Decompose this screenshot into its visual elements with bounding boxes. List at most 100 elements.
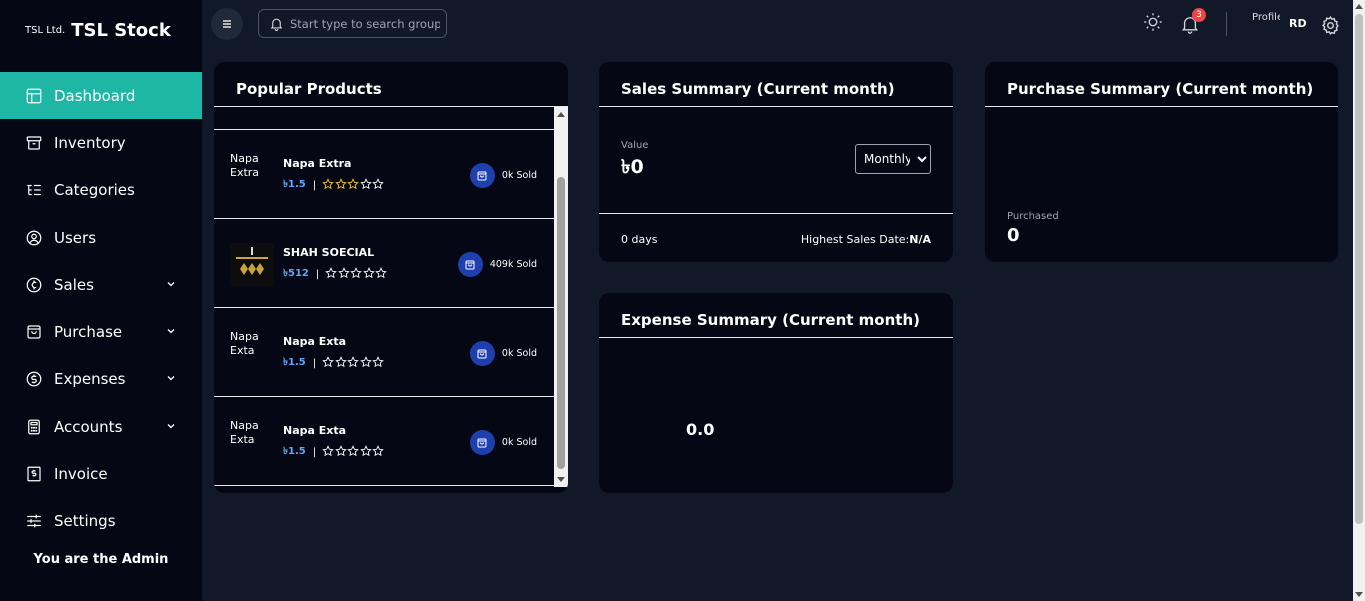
star-icon <box>325 267 338 279</box>
archive-icon <box>25 134 43 152</box>
sidebar-item-invoice[interactable]: Invoice <box>0 450 202 497</box>
sold-badge: 0k Sold <box>469 430 537 455</box>
product-image: Napa Exta <box>230 330 259 357</box>
scrollbar-thumb[interactable] <box>557 177 565 469</box>
sidebar-item-label: Users <box>54 228 97 247</box>
scroll-up-arrow[interactable] <box>1355 4 1363 9</box>
sold-badge: 409k Sold <box>457 252 537 277</box>
sidebar-item-label: Settings <box>54 512 116 531</box>
card-title: Popular Products <box>236 80 382 98</box>
card-title: Purchase Summary (Current month) <box>1007 80 1314 98</box>
sold-badge: 0k Sold <box>469 163 537 188</box>
sidebar-item-sales[interactable]: Sales <box>0 261 202 308</box>
star-icon <box>372 178 384 190</box>
dollar-circle-icon <box>25 370 43 388</box>
sidebar: TSL Ltd. TSL Stock Dashboard Inventory C… <box>0 0 202 601</box>
topbar-divider <box>1226 12 1227 36</box>
sold-count: 0k Sold <box>501 348 537 359</box>
sales-value: ৳0 <box>621 156 644 178</box>
divider <box>985 106 1338 107</box>
search-input[interactable] <box>290 16 440 31</box>
product-price: ৳1.5 <box>283 446 306 457</box>
list-item[interactable]: Napa Exta Napa Exta ৳1.5 | 0k Sold <box>214 397 554 486</box>
purchase-summary-card: Purchase Summary (Current month) Purchas… <box>985 62 1338 262</box>
menu-toggle-button[interactable] <box>211 8 243 40</box>
sold-count: 409k Sold <box>489 259 537 270</box>
highest-sales-value: N/A <box>909 233 931 246</box>
highest-sales-date: Highest Sales Date:N/A <box>801 233 931 246</box>
sidebar-item-purchase[interactable]: Purchase <box>0 308 202 355</box>
search-box[interactable] <box>258 9 447 38</box>
list-scrollbar[interactable] <box>554 107 568 487</box>
divider <box>599 213 953 214</box>
meta-separator: | <box>312 358 317 369</box>
star-icon <box>359 445 372 457</box>
brand[interactable]: TSL Ltd. TSL Stock <box>25 20 171 41</box>
user-initials[interactable]: RD <box>1289 17 1307 30</box>
invoice-icon <box>25 465 43 483</box>
sidebar-item-expenses[interactable]: Expenses <box>0 356 202 403</box>
chevron-down-icon[interactable] <box>166 326 176 336</box>
sidebar-item-categories[interactable]: Categories <box>0 167 202 214</box>
notification-badge: 3 <box>1192 8 1206 22</box>
star-icon <box>350 267 363 279</box>
brand-name: TSL Stock <box>71 20 171 41</box>
sidebar-item-accounts[interactable]: Accounts <box>0 403 202 450</box>
purchased-value: 0 <box>1007 225 1020 246</box>
scroll-up-arrow[interactable] <box>557 112 565 117</box>
value-label: Value <box>621 140 649 151</box>
sidebar-item-dashboard[interactable]: Dashboard <box>0 72 202 120</box>
dashboard-icon <box>25 87 43 105</box>
list-item[interactable]: SHAH SOECIAL ৳512 | 409k Sold <box>214 219 554 308</box>
sidebar-nav: Dashboard Inventory Categories Users Sal… <box>0 72 202 545</box>
product-price: ৳1.5 <box>283 357 306 368</box>
product-meta: ৳512 | <box>283 266 388 283</box>
highest-sales-label: Highest Sales Date: <box>800 233 910 246</box>
meta-separator: | <box>312 447 317 458</box>
scroll-down-arrow[interactable] <box>1355 592 1363 597</box>
chevron-down-icon[interactable] <box>166 373 176 383</box>
sidebar-item-label: Invoice <box>54 465 108 484</box>
sidebar-item-inventory[interactable]: Inventory <box>0 119 202 166</box>
shopping-bag-icon <box>469 341 495 366</box>
page-scrollbar[interactable] <box>1353 0 1365 601</box>
admin-label: You are the Admin <box>33 552 169 567</box>
chevron-down-icon[interactable] <box>166 279 176 289</box>
star-icon <box>322 178 334 190</box>
meta-separator: | <box>312 180 317 191</box>
rating-stars <box>322 356 385 371</box>
star-icon <box>322 356 334 368</box>
product-list[interactable]: Napa Extra Napa Extra ৳1.5 | 0k Sold SHA… <box>214 107 554 487</box>
star-icon <box>334 356 347 368</box>
brand-company: TSL Ltd. <box>25 25 66 36</box>
product-price: ৳512 <box>283 268 309 279</box>
gear-icon[interactable] <box>1320 15 1341 36</box>
sales-summary-card: Sales Summary (Current month) Value ৳0 M… <box>599 62 953 262</box>
product-name: SHAH SOECIAL <box>283 246 375 259</box>
scroll-down-arrow[interactable] <box>557 477 565 482</box>
product-meta: ৳1.5 | <box>283 444 385 461</box>
avatar[interactable]: Profile <box>1252 12 1280 36</box>
star-icon <box>375 267 388 279</box>
sidebar-item-users[interactable]: Users <box>0 214 202 261</box>
star-icon <box>347 178 359 190</box>
star-icon <box>372 356 384 368</box>
product-meta: ৳1.5 | <box>283 177 385 194</box>
sun-icon[interactable] <box>1143 12 1163 32</box>
list-item <box>214 107 554 130</box>
chevron-down-icon[interactable] <box>166 421 176 431</box>
star-icon <box>362 267 375 279</box>
list-item[interactable]: Napa Extra Napa Extra ৳1.5 | 0k Sold <box>214 130 554 219</box>
period-select[interactable]: Monthly <box>855 144 931 174</box>
shopping-bag-icon <box>469 163 495 188</box>
shopping-bag-icon <box>457 252 483 277</box>
list-item[interactable]: Napa Exta Napa Exta ৳1.5 | 0k Sold <box>214 308 554 397</box>
star-icon <box>334 178 347 190</box>
scrollbar-thumb[interactable] <box>1355 14 1363 524</box>
expense-value: 0.0 <box>686 420 715 439</box>
card-title: Sales Summary (Current month) <box>621 80 895 98</box>
sold-count: 0k Sold <box>501 437 537 448</box>
sidebar-item-settings[interactable]: Settings <box>0 498 202 545</box>
user-circle-icon <box>25 229 43 247</box>
currency-circle-icon <box>25 276 43 294</box>
